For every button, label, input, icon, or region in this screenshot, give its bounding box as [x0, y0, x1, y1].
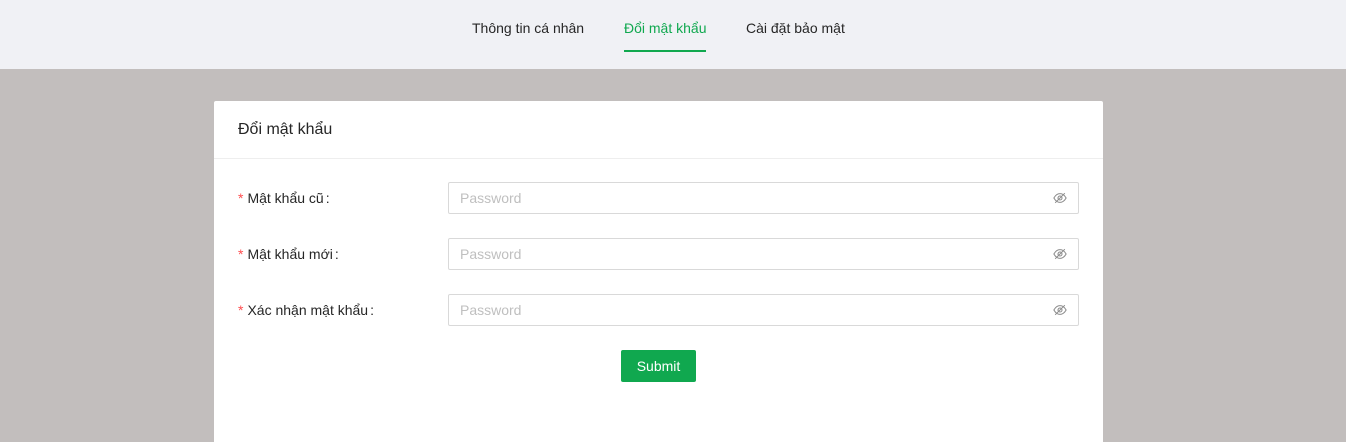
label-colon: : [370, 302, 374, 318]
tab-personal-info[interactable]: Thông tin cá nhân [472, 0, 584, 69]
required-marker: * [238, 302, 244, 318]
new-password-field [448, 238, 1079, 270]
top-tab-bar: Thông tin cá nhân Đổi mật khẩu Cài đặt b… [0, 0, 1346, 69]
new-password-row: * Mật khẩu mới: [214, 238, 1103, 270]
new-password-label: * Mật khẩu mới: [238, 238, 347, 270]
old-password-input[interactable] [449, 183, 1039, 213]
card-title: Đổi mật khẩu [214, 101, 1103, 159]
old-password-field [448, 182, 1079, 214]
confirm-password-label: * Xác nhận mật khẩu: [238, 294, 382, 326]
eye-invisible-icon[interactable] [1053, 247, 1067, 261]
tab-label: Thông tin cá nhân [472, 20, 585, 36]
active-tab-indicator [624, 50, 707, 52]
eye-invisible-icon[interactable] [1053, 191, 1067, 205]
new-password-input[interactable] [449, 239, 1039, 269]
confirm-password-row: * Xác nhận mật khẩu: [214, 294, 1103, 326]
confirm-password-input[interactable] [449, 295, 1039, 325]
tab-change-password[interactable]: Đổi mật khẩu [624, 0, 707, 69]
label-colon: : [325, 190, 330, 206]
field-label-text: Xác nhận mật khẩu [247, 302, 369, 318]
confirm-password-field [448, 294, 1079, 326]
tab-label: Cài đặt bảo mật [746, 20, 845, 36]
change-password-card: Đổi mật khẩu * Mật khẩu cũ: * Mật khẩu mới… [214, 101, 1103, 442]
required-marker: * [238, 190, 244, 206]
field-label-text: Mật khẩu cũ [247, 190, 324, 206]
old-password-label: * Mật khẩu cũ: [238, 182, 338, 214]
field-label-text: Mật khẩu mới [247, 246, 333, 262]
tab-label: Đổi mật khẩu [624, 20, 707, 36]
submit-button[interactable]: Submit [621, 350, 696, 382]
tab-security-settings[interactable]: Cài đặt bảo mật [746, 0, 845, 69]
eye-invisible-icon[interactable] [1053, 303, 1067, 317]
old-password-row: * Mật khẩu cũ: [214, 182, 1103, 214]
label-colon: : [334, 246, 339, 262]
required-marker: * [238, 246, 244, 262]
